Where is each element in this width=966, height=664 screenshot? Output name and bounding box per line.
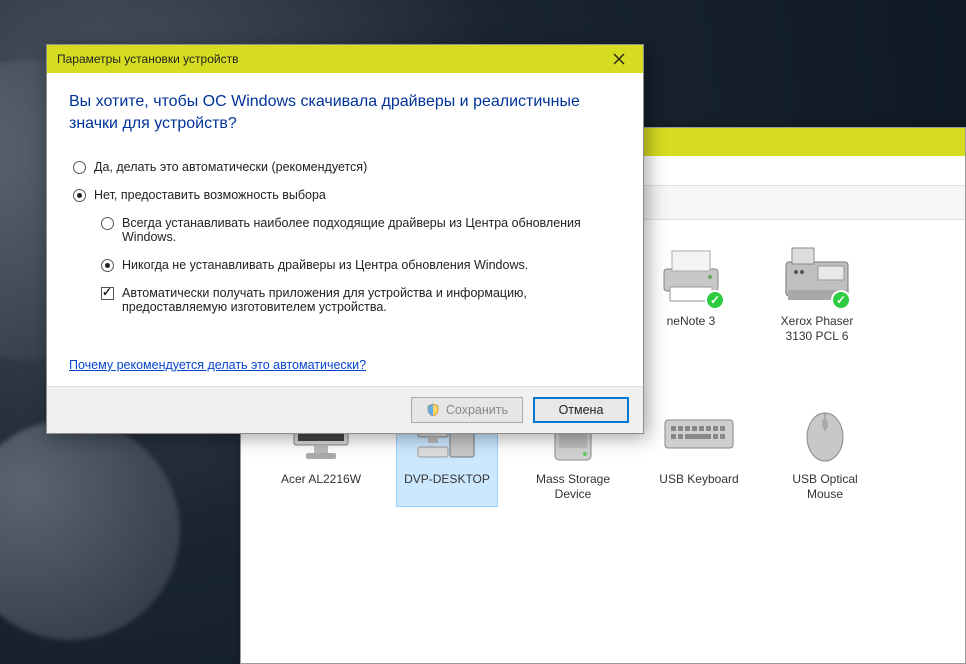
dialog-button-bar: Сохранить Отмена — [47, 386, 643, 433]
button-label: Отмена — [559, 403, 604, 417]
device-label: USB Keyboard — [659, 472, 738, 487]
device-label: DVP-DESKTOP — [404, 472, 490, 487]
dialog-title: Параметры установки устройств — [57, 52, 238, 66]
radio-label: Никогда не устанавливать драйверы из Цен… — [122, 258, 528, 272]
radio-icon — [73, 161, 86, 174]
device-xerox[interactable]: ✓ Xerox Phaser 3130 PCL 6 — [767, 240, 867, 348]
button-label: Сохранить — [446, 403, 508, 417]
device-label: Acer AL2216W — [281, 472, 361, 487]
radio-never-install[interactable]: Никогда не устанавливать драйверы из Цен… — [101, 258, 621, 272]
radio-auto[interactable]: Да, делать это автоматически (рекомендуе… — [73, 160, 621, 174]
device-label: Xerox Phaser 3130 PCL 6 — [771, 314, 863, 344]
checkbox-auto-download[interactable]: Автоматически получать приложения для ус… — [101, 286, 621, 314]
radio-label: Всегда устанавливать наиболее подходящие… — [122, 216, 621, 244]
checkbox-label: Автоматически получать приложения для ус… — [122, 286, 621, 314]
cancel-button[interactable]: Отмена — [533, 397, 629, 423]
checkbox-icon — [101, 287, 114, 300]
device-label: neNote 3 — [667, 314, 716, 329]
device-onenote[interactable]: ✓ neNote 3 — [641, 240, 741, 348]
keyboard-icon — [663, 414, 735, 454]
why-recommended-link[interactable]: Почему рекомендуется делать это автомати… — [69, 358, 366, 372]
radio-label: Да, делать это автоматически (рекомендуе… — [94, 160, 367, 174]
radio-icon — [101, 259, 114, 272]
shield-icon — [426, 403, 440, 417]
status-ok-badge: ✓ — [831, 290, 851, 310]
status-ok-badge: ✓ — [705, 290, 725, 310]
radio-icon — [73, 189, 86, 202]
device-keyboard[interactable]: USB Keyboard — [649, 398, 749, 506]
device-install-settings-dialog: Параметры установки устройств Вы хотите,… — [46, 44, 644, 434]
save-button[interactable]: Сохранить — [411, 397, 523, 423]
mouse-icon — [801, 405, 849, 463]
radio-always-install[interactable]: Всегда устанавливать наиболее подходящие… — [101, 216, 621, 244]
close-button[interactable] — [597, 46, 641, 72]
radio-label: Нет, предоставить возможность выбора — [94, 188, 326, 202]
device-label: USB Optical Mouse — [779, 472, 871, 502]
radio-icon — [101, 217, 114, 230]
dialog-title-bar[interactable]: Параметры установки устройств — [47, 45, 643, 73]
device-label: Mass Storage Device — [527, 472, 619, 502]
close-icon — [613, 53, 625, 65]
dialog-question: Вы хотите, чтобы ОС Windows скачивала др… — [69, 91, 621, 136]
radio-choose[interactable]: Нет, предоставить возможность выбора — [73, 188, 621, 202]
device-mouse[interactable]: USB Optical Mouse — [775, 398, 875, 506]
